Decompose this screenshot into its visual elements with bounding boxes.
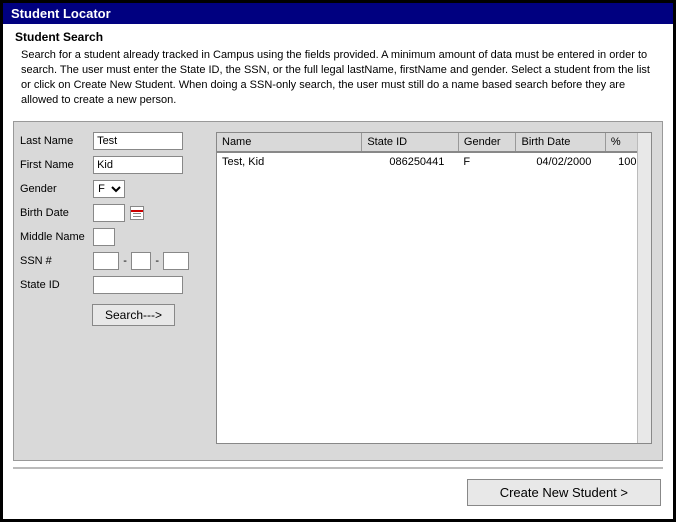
last-name-label: Last Name [20, 135, 90, 147]
middle-name-input[interactable] [93, 228, 115, 246]
gender-select[interactable]: FM [93, 180, 125, 198]
birth-date-label: Birth Date [20, 207, 90, 219]
instructions-text: Search for a student already tracked in … [3, 46, 673, 113]
first-name-label: First Name [20, 159, 90, 171]
ssn-dash: - [154, 255, 160, 267]
ssn-dash: - [122, 255, 128, 267]
create-new-student-button[interactable]: Create New Student > [467, 479, 661, 506]
search-button[interactable]: Search---> [92, 304, 175, 326]
ssn-input-3[interactable] [163, 252, 189, 270]
scrollbar[interactable] [637, 133, 651, 443]
section-header: Student Search [3, 24, 673, 46]
column-gender[interactable]: Gender [458, 133, 516, 152]
student-locator-window: Student Locator Student Search Search fo… [0, 0, 676, 522]
cell-name: Test, Kid [217, 152, 362, 171]
title-bar: Student Locator [3, 3, 673, 24]
column-state-id[interactable]: State ID [362, 133, 459, 152]
cell-state-id: 086250441 [362, 152, 459, 171]
column-name[interactable]: Name [217, 133, 362, 152]
search-form: Last Name First Name Gender FM Birth Dat… [20, 132, 210, 326]
state-id-input[interactable] [93, 276, 183, 294]
first-name-input[interactable] [93, 156, 183, 174]
calendar-icon[interactable] [130, 206, 144, 220]
last-name-input[interactable] [93, 132, 183, 150]
results-table: Name State ID Gender Birth Date % Test, … [217, 133, 651, 171]
results-header-row: Name State ID Gender Birth Date % [217, 133, 651, 152]
column-birth-date[interactable]: Birth Date [516, 133, 605, 152]
ssn-input-1[interactable] [93, 252, 119, 270]
cell-birth-date: 04/02/2000 [516, 152, 605, 171]
state-id-label: State ID [20, 279, 90, 291]
gender-label: Gender [20, 183, 90, 195]
ssn-label: SSN # [20, 255, 90, 267]
footer-bar: Create New Student > [13, 467, 663, 506]
birth-date-input[interactable] [93, 204, 125, 222]
results-panel: Name State ID Gender Birth Date % Test, … [216, 132, 652, 444]
ssn-input-2[interactable] [131, 252, 151, 270]
workspace: Last Name First Name Gender FM Birth Dat… [13, 121, 663, 461]
cell-gender: F [458, 152, 516, 171]
middle-name-label: Middle Name [20, 231, 90, 243]
table-row[interactable]: Test, Kid086250441F04/02/2000100 [217, 152, 651, 171]
